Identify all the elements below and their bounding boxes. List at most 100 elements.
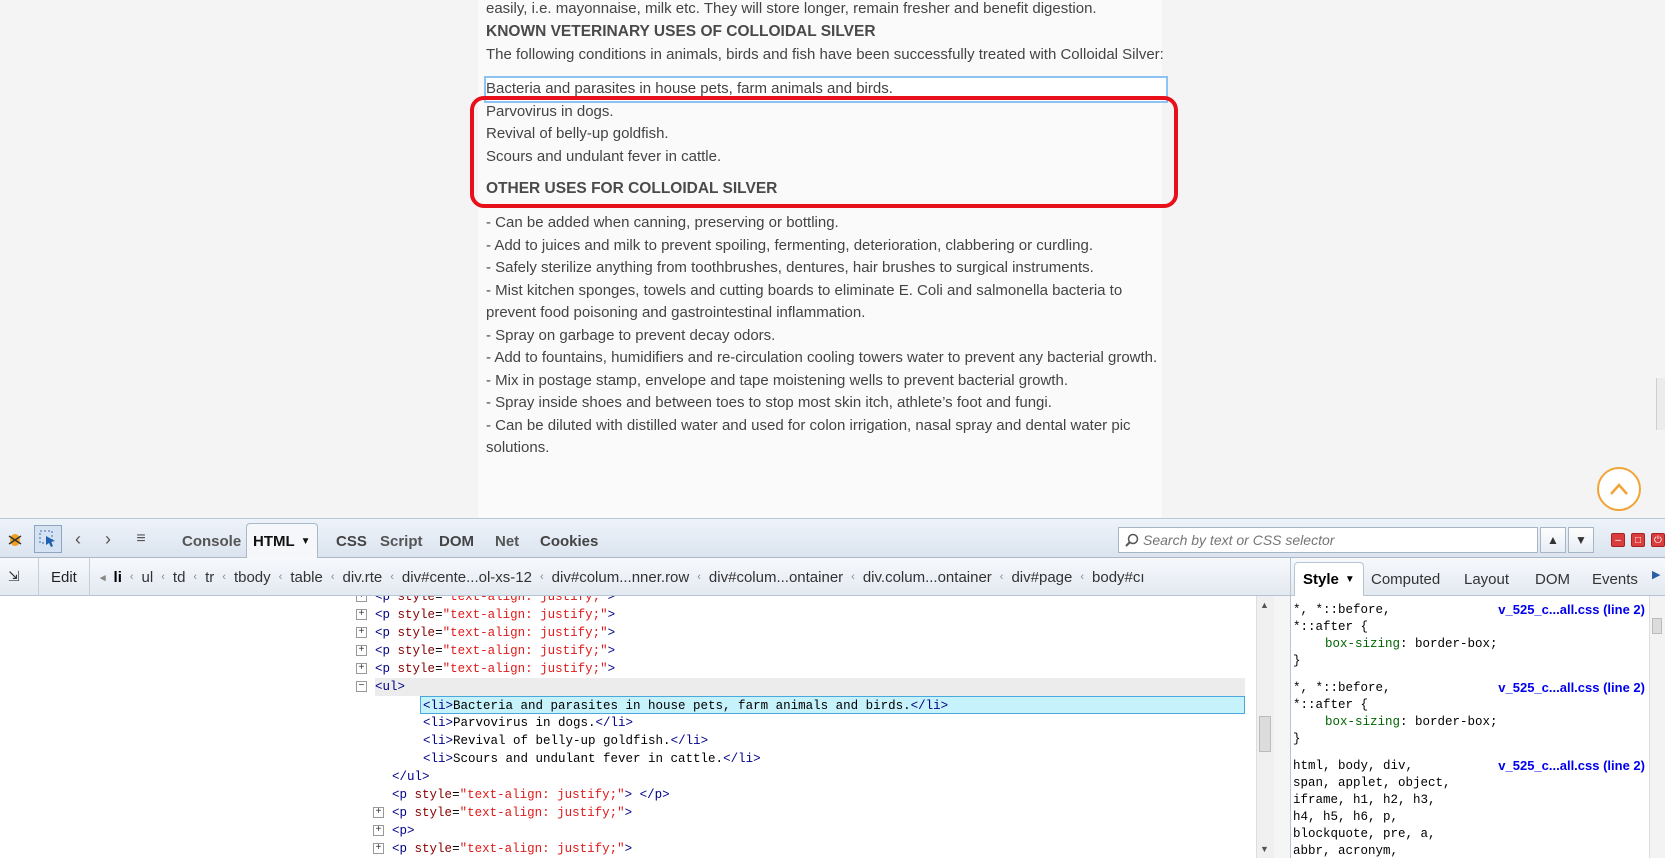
tag-name: p	[654, 788, 663, 802]
detach-icon[interactable]: □	[1631, 533, 1645, 547]
crumb-label: tbody	[233, 568, 271, 586]
expand-icon[interactable]: +	[373, 843, 384, 854]
tree-node-p[interactable]: + <p style="text-align: justify;">	[356, 606, 615, 624]
tab-html[interactable]: HTML ▼	[246, 523, 318, 559]
crumb-body[interactable]: ‹ body#cı	[1080, 569, 1144, 586]
tree-node-p[interactable]: + <p style="text-align: justify;">	[356, 660, 615, 678]
tree-node-li[interactable]: <li>Scours and undulant fever in cattle.…	[423, 750, 761, 768]
tab-cookies[interactable]: Cookies	[534, 523, 604, 559]
close-icon[interactable]: ⏻	[1651, 533, 1665, 547]
use-item: - Spray on garbage to prevent decay odor…	[486, 326, 776, 344]
tree-node-li-selected[interactable]: <li>Bacteria and parasites in house pets…	[420, 696, 1245, 714]
tag-name: p	[382, 626, 391, 640]
edit-button[interactable]: Edit	[38, 558, 90, 596]
crumb-div-column-row[interactable]: ‹ div#colum...nner.row	[540, 569, 689, 586]
tree-node-p[interactable]: + <p style="text-align: justify;">	[356, 642, 615, 660]
tree-node-p[interactable]: + <p style="text-align: justify;">	[356, 624, 615, 642]
list-item-goldfish[interactable]: Revival of belly-up goldfish.	[486, 123, 1166, 146]
crumb-label: div.rte	[342, 568, 383, 586]
crumb-div-page[interactable]: ‹ div#page	[1000, 569, 1073, 586]
css-rule: html, body, div, span, applet, object, i…	[1293, 758, 1653, 858]
forward-button[interactable]: ›	[98, 525, 118, 553]
tab-css[interactable]: CSS	[330, 523, 373, 559]
search-next-button[interactable]: ▼	[1568, 527, 1594, 553]
firebug-toolbar: ‹ › ≡ Console HTML ▼ CSS Script DOM Net …	[0, 518, 1665, 559]
use-item: - Can be diluted with distilled water an…	[486, 416, 1131, 457]
tab-console[interactable]: Console	[176, 523, 247, 559]
search-box[interactable]	[1118, 527, 1538, 553]
tab-computed[interactable]: Computed	[1363, 562, 1448, 596]
tab-style-label: Style	[1303, 571, 1339, 588]
style-scrollbar-thumb[interactable]	[1652, 618, 1662, 634]
css-source-link[interactable]: v_525_c...all.css (line 2)	[1498, 758, 1645, 773]
crumb-label: div#page	[1011, 568, 1073, 586]
css-source-link[interactable]: v_525_c...all.css (line 2)	[1498, 602, 1645, 617]
list-item-cattle[interactable]: Scours and undulant fever in cattle.	[486, 146, 1166, 169]
tree-node-p[interactable]: + <p>	[373, 822, 415, 840]
chevron-right-icon[interactable]: ▶	[1652, 568, 1660, 581]
tree-node-ul-close[interactable]: </ul>	[392, 768, 430, 786]
crumb-li[interactable]: ◂ li	[100, 569, 122, 586]
tree-scrollbar-thumb[interactable]	[1259, 716, 1271, 752]
tab-side-dom[interactable]: DOM	[1527, 562, 1578, 596]
tree-node-li[interactable]: <li>Revival of belly-up goldfish.</li>	[423, 732, 708, 750]
property-name: box-sizing	[1325, 715, 1401, 729]
node-text: Parvovirus in dogs.	[453, 716, 596, 730]
tree-node-ul[interactable]: − <ul>	[356, 678, 1245, 696]
search-input[interactable]	[1143, 532, 1523, 548]
crumb-div-center[interactable]: ‹ div#cente...ol-xs-12	[390, 569, 532, 586]
list-indent-icon: ≡	[136, 530, 146, 547]
crumb-div-rte[interactable]: ‹ div.rte	[331, 569, 382, 586]
scroll-up-icon[interactable]: ▲	[1260, 600, 1269, 610]
crumb-div-column-container[interactable]: ‹ div#colum...ontainer	[697, 569, 843, 586]
tab-events[interactable]: Events	[1584, 562, 1646, 596]
scroll-down-icon[interactable]: ▼	[1260, 844, 1269, 854]
tab-script[interactable]: Script	[374, 523, 429, 559]
crumb-ul[interactable]: ‹ ul	[130, 569, 153, 586]
firebug-bug-icon[interactable]	[4, 525, 26, 553]
tree-node-p[interactable]: + <p style="text-align: justify;">	[373, 804, 632, 822]
list-item-bacteria[interactable]: Bacteria and parasites in house pets, fa…	[484, 76, 1168, 103]
page-scrollbar-thumb[interactable]	[1656, 378, 1665, 430]
web-page-viewport: easily, i.e. mayonnaise, milk etc. They …	[0, 0, 1665, 518]
expand-icon[interactable]: +	[356, 609, 367, 620]
scroll-to-top-button[interactable]	[1597, 467, 1641, 511]
expand-icon[interactable]: +	[356, 645, 367, 656]
inspect-element-button[interactable]	[34, 525, 62, 553]
command-line-button[interactable]: ≡	[128, 525, 154, 553]
crumb-div-colum-container[interactable]: ‹ div.colum...ontainer	[851, 569, 992, 586]
paragraph-storage: easily, i.e. mayonnaise, milk etc. They …	[486, 0, 1097, 17]
css-property[interactable]: box-sizing: border-box;	[1293, 636, 1653, 653]
tree-node-p-empty[interactable]: <p style="text-align: justify;"> </p>	[392, 786, 670, 804]
tree-node-p[interactable]: + <p style="text-align: justify;">	[373, 840, 632, 858]
crumb-tr[interactable]: ‹ tr	[193, 569, 214, 586]
attr-name: style	[397, 608, 436, 622]
search-prev-button[interactable]: ▲	[1540, 527, 1566, 553]
crumb-table[interactable]: ‹ table	[279, 569, 323, 586]
crumb-tbody[interactable]: ‹ tbody	[222, 569, 270, 586]
expand-icon[interactable]: +	[373, 807, 384, 818]
style-scrollbar[interactable]	[1649, 596, 1665, 858]
expand-icon[interactable]: +	[373, 825, 384, 836]
expand-icon[interactable]: +	[356, 627, 367, 638]
tab-net[interactable]: Net	[489, 523, 525, 559]
collapse-icon[interactable]: −	[356, 681, 367, 692]
expand-panel-icon[interactable]: ⇲	[8, 568, 20, 585]
minimize-icon[interactable]: –	[1611, 533, 1625, 547]
expand-icon[interactable]: +	[356, 663, 367, 674]
back-button[interactable]: ‹	[68, 525, 88, 553]
css-source-link[interactable]: v_525_c...all.css (line 2)	[1498, 680, 1645, 695]
tab-style[interactable]: Style ▼	[1294, 562, 1364, 596]
crumb-td[interactable]: ‹ td	[161, 569, 185, 586]
tree-node-li[interactable]: <li>Parvovirus in dogs.</li>	[423, 714, 633, 732]
tag-name: p	[399, 788, 408, 802]
css-property[interactable]: box-sizing: border-box;	[1293, 714, 1653, 731]
tab-dom[interactable]: DOM	[433, 523, 480, 559]
expand-icon[interactable]: +	[356, 596, 367, 602]
tab-layout[interactable]: Layout	[1456, 562, 1517, 596]
crumb-label: div#cente...ol-xs-12	[401, 568, 532, 586]
rule-close-brace: }	[1293, 654, 1301, 668]
list-item-parvovirus[interactable]: Parvovirus in dogs.	[486, 101, 1166, 124]
paragraph-vet-intro: The following conditions in animals, bir…	[486, 45, 1164, 63]
tree-node-p[interactable]: + <p style="text-align: justify;">	[356, 596, 615, 606]
